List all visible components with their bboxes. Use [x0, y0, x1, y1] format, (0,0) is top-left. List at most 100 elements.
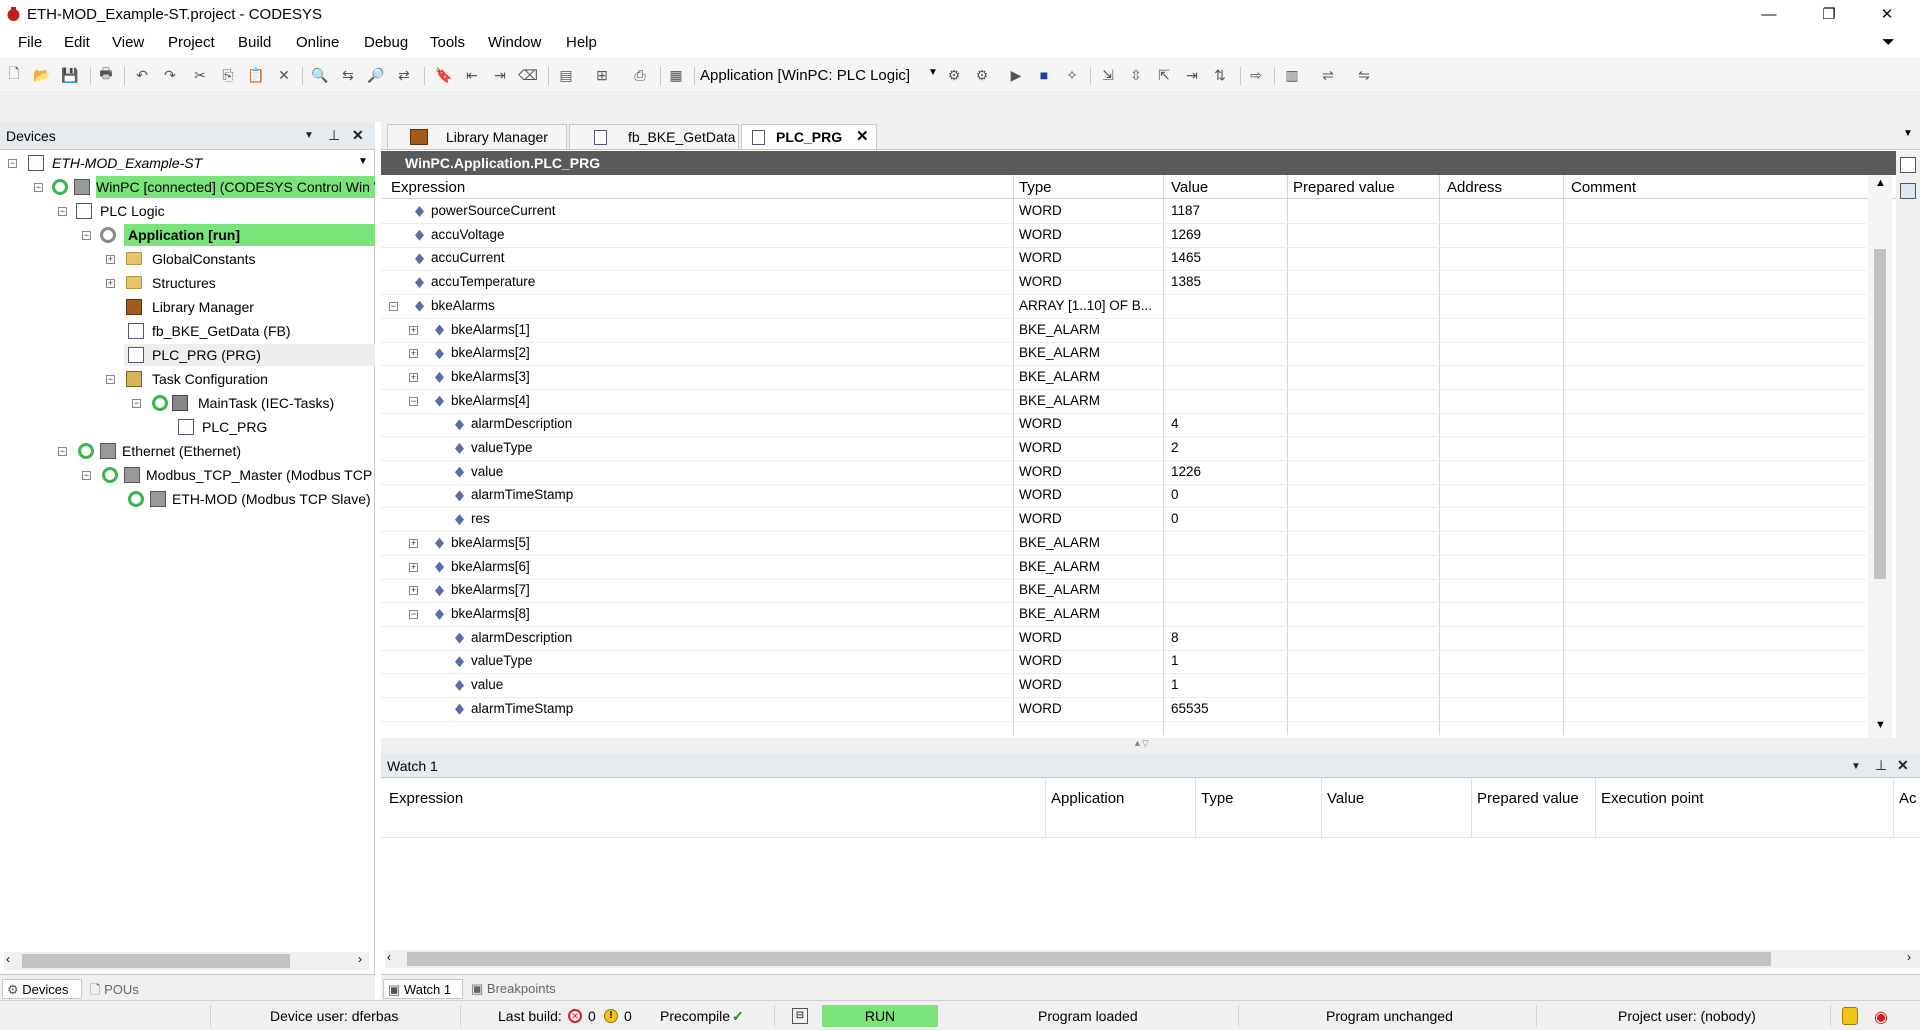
table-row[interactable]: + bkeAlarms[2] BKE_ALARM [381, 342, 1866, 367]
tree-item-modbus-master[interactable]: Modbus_TCP_Master (Modbus TCP Ma [146, 464, 375, 486]
expand-icon[interactable]: + [409, 349, 418, 359]
chevron-down-icon[interactable]: ▼ [928, 67, 938, 78]
cell-prepared-value[interactable] [1293, 369, 1433, 387]
print-icon[interactable]: 🖶 [96, 65, 116, 85]
close-button[interactable]: ✕ [1864, 0, 1910, 30]
redo-icon[interactable]: ↷ [160, 65, 180, 85]
collapse-icon[interactable]: − [106, 375, 115, 384]
table-row[interactable]: + bkeAlarms[5] BKE_ALARM [381, 532, 1866, 556]
find-in-project-icon[interactable]: 🔎 [366, 65, 386, 85]
tree-item-fb-bke-getdata[interactable]: fb_BKE_GetData (FB) [152, 320, 291, 342]
collapse-icon[interactable]: − [389, 301, 398, 311]
table-row[interactable]: res WORD 0 [381, 508, 1866, 533]
cell-prepared-value[interactable] [1293, 322, 1433, 340]
collapse-icon[interactable]: − [8, 159, 17, 168]
tree-item-eth-mod[interactable]: ETH-MOD (Modbus TCP Slave) [172, 488, 371, 510]
column-header-comment[interactable]: Comment [1571, 179, 1636, 196]
cell-prepared-value[interactable] [1293, 606, 1433, 624]
collapse-icon[interactable]: − [58, 207, 67, 216]
collapse-icon[interactable]: − [82, 231, 91, 240]
table-row[interactable]: alarmTimeStamp WORD 0 [381, 484, 1866, 509]
restore-button[interactable]: ❐ [1806, 0, 1852, 30]
reset-icon[interactable]: ✧ [1062, 65, 1082, 85]
step-over-icon[interactable]: ⇲ [1098, 65, 1118, 85]
table-row[interactable]: alarmDescription WORD 8 [381, 627, 1866, 651]
table-row[interactable]: valueType WORD 2 [381, 437, 1866, 461]
cell-prepared-value[interactable] [1293, 227, 1433, 245]
menu-tools[interactable]: Tools [430, 34, 465, 51]
expand-icon[interactable]: + [409, 586, 418, 596]
tree-item-application[interactable]: Application [run] [124, 224, 375, 246]
application-selector[interactable]: Application [WinPC: PLC Logic] [700, 65, 940, 87]
cell-prepared-value[interactable] [1293, 393, 1433, 411]
filter-icon[interactable]: ⏷ [1882, 34, 1895, 52]
column-header-expression[interactable]: Expression [391, 179, 465, 196]
tree-item-structures[interactable]: Structures [152, 272, 216, 294]
tab-fb-bke-getdata[interactable]: fb_BKE_GetData [569, 124, 739, 149]
panel-menu-icon[interactable]: ▼ [304, 130, 314, 141]
cell-prepared-value[interactable] [1293, 440, 1433, 458]
table-row[interactable]: accuTemperature WORD 1385 [381, 271, 1866, 296]
login-icon[interactable]: ⚙ [944, 65, 964, 85]
menu-window[interactable]: Window [488, 34, 541, 51]
find-replace-icon[interactable]: ⇆ [338, 65, 358, 85]
lock-icon[interactable]: ⊟ [792, 1008, 808, 1024]
save-icon[interactable]: 💾 [60, 65, 80, 85]
scroll-down-icon[interactable]: ▼ [1875, 719, 1886, 731]
replace-icon[interactable]: ⇄ [394, 65, 414, 85]
tab-watch-1[interactable]: ▣ Watch 1 [383, 979, 463, 999]
scroll-left-icon[interactable]: ‹ [6, 952, 10, 966]
cell-prepared-value[interactable] [1293, 653, 1433, 671]
expand-icon[interactable]: + [409, 372, 418, 382]
tab-breakpoints[interactable]: ▣ Breakpoints [467, 979, 560, 999]
table-row[interactable]: value WORD 1226 [381, 461, 1866, 485]
shield-icon[interactable] [1842, 1007, 1858, 1025]
tree-item-plc-prg-call[interactable]: PLC_PRG [202, 416, 267, 438]
expand-icon[interactable]: + [106, 255, 115, 264]
force-values-icon[interactable]: ⇌ [1318, 65, 1338, 85]
expand-icon[interactable]: + [409, 538, 418, 548]
watch-column-ac[interactable]: Ac [1899, 790, 1917, 807]
chevron-down-icon[interactable]: ▼ [358, 156, 368, 167]
tab-list-icon[interactable]: ▼ [1903, 128, 1913, 139]
menu-file[interactable]: File [18, 34, 42, 51]
panel-close-icon[interactable]: ✕ [352, 127, 364, 144]
table-row[interactable]: − bkeAlarms ARRAY [1..10] OF B... [381, 295, 1866, 319]
menu-online[interactable]: Online [296, 34, 339, 51]
table-row[interactable]: + bkeAlarms[7] BKE_ALARM [381, 579, 1866, 604]
collapse-icon[interactable]: − [409, 609, 418, 619]
menu-edit[interactable]: Edit [64, 34, 90, 51]
column-header-type[interactable]: Type [1019, 179, 1052, 196]
cell-prepared-value[interactable] [1293, 535, 1433, 553]
step-out-icon[interactable]: ⇱ [1154, 65, 1174, 85]
cell-prepared-value[interactable] [1293, 416, 1433, 434]
menu-project[interactable]: Project [168, 34, 215, 51]
compile-icon[interactable]: ▤ [556, 65, 576, 85]
cell-prepared-value[interactable] [1293, 487, 1433, 505]
delete-icon[interactable]: ✕ [274, 65, 294, 85]
tree-item-maintask[interactable]: MainTask (IEC-Tasks) [198, 392, 334, 414]
set-next-statement-icon[interactable]: ⇅ [1210, 65, 1230, 85]
column-header-prepared-value[interactable]: Prepared value [1293, 179, 1395, 196]
watch-column-expression[interactable]: Expression [389, 790, 463, 807]
collapse-icon[interactable]: − [58, 447, 67, 456]
new-project-icon[interactable]: 🗋 [4, 65, 24, 85]
cell-prepared-value[interactable] [1293, 582, 1433, 600]
table-row[interactable]: powerSourceCurrent WORD 1187 [381, 200, 1866, 224]
expand-icon[interactable]: + [409, 325, 418, 335]
tree-item-ethernet[interactable]: Ethernet (Ethernet) [122, 440, 241, 462]
watch-horizontal-scrollbar[interactable]: ‹ › [385, 950, 1920, 968]
status-error-count[interactable]: 0 [588, 1008, 596, 1024]
cell-prepared-value[interactable] [1293, 203, 1433, 221]
scroll-left-icon[interactable]: ‹ [387, 950, 391, 964]
watch-column-execution-point[interactable]: Execution point [1601, 790, 1704, 807]
scroll-right-icon[interactable]: › [358, 952, 362, 966]
menu-help[interactable]: Help [566, 34, 597, 51]
logout-icon[interactable]: ⚙ [972, 65, 992, 85]
minimize-button[interactable]: — [1746, 0, 1792, 30]
cut-icon[interactable]: ✂ [190, 65, 210, 85]
panel-close-icon[interactable]: ✕ [1897, 757, 1909, 774]
cell-prepared-value[interactable] [1293, 298, 1433, 316]
cell-prepared-value[interactable] [1293, 274, 1433, 292]
undo-icon[interactable]: ↶ [132, 65, 152, 85]
